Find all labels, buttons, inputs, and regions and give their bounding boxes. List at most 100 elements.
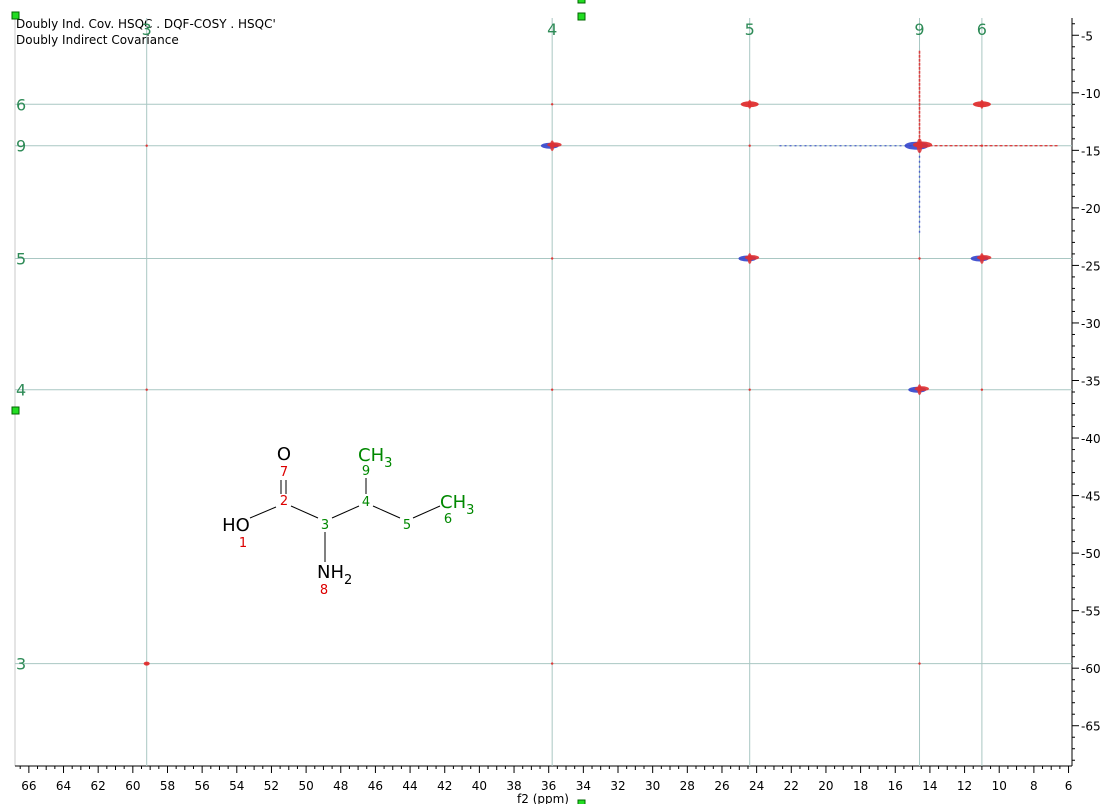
atom-number-3: 3 <box>321 518 329 533</box>
y-tick-label: -65 <box>1081 720 1101 734</box>
y-tick-label: -15 <box>1081 144 1101 158</box>
atom-number-7: 7 <box>280 465 288 480</box>
cross-peak <box>550 257 554 260</box>
x-tick-label: 60 <box>125 779 140 793</box>
y-tick-label: -40 <box>1081 432 1101 446</box>
peak-vertical-lobe <box>917 384 922 396</box>
y-tick-label: -20 <box>1081 202 1101 216</box>
assignment-labels: 3 4 5 9 6 6 9 5 4 3 <box>16 20 987 674</box>
x-tick-label: 62 <box>91 779 106 793</box>
x-tick-label: 52 <box>264 779 279 793</box>
molecule-structure: O HO NH2 CH3 CH3 7 2 1 3 8 4 9 5 6 <box>222 444 474 598</box>
x-axis-ticks: 66 64 62 60 58 56 54 52 50 48 46 44 42 40 38 36 34 32 30 28… <box>19 766 1073 793</box>
peak-vertical-lobe <box>550 140 555 152</box>
cursor-handle-left[interactable] <box>11 406 20 415</box>
y-tick-label: -45 <box>1081 490 1101 504</box>
y-tick-label: -50 <box>1081 547 1101 561</box>
x-assignment-label: 6 <box>977 20 987 39</box>
y-assignment-label: 4 <box>16 381 26 400</box>
bond-c2-c3 <box>290 505 319 519</box>
peak-layer <box>143 50 1060 666</box>
x-tick-label: 12 <box>957 779 972 793</box>
x-tick-label: 58 <box>160 779 175 793</box>
nmr-2d-plot[interactable]: 66 64 62 60 58 56 54 52 50 48 46 44 42 40 38 36 34 32 30 28… <box>0 0 1107 804</box>
cross-peak <box>550 388 554 391</box>
peak-positive-lobe <box>550 257 554 260</box>
peak-positive-lobe <box>918 257 921 260</box>
cross-peak <box>740 99 759 109</box>
peak-positive-lobe <box>550 662 554 665</box>
peak-vertical-lobe <box>747 253 752 264</box>
cross-peak <box>904 138 933 153</box>
y-assignment-label: 6 <box>16 95 26 114</box>
bond-c4-c5 <box>372 505 401 519</box>
peak-vertical-lobe <box>916 138 923 153</box>
cross-peak <box>980 388 984 391</box>
atom-number-1: 1 <box>239 536 247 551</box>
peak-positive-lobe <box>980 144 984 147</box>
cursor-handle-bottom[interactable] <box>577 799 586 804</box>
x-tick-label: 30 <box>645 779 660 793</box>
cross-peak <box>145 144 148 147</box>
y-tick-label: -10 <box>1081 87 1101 101</box>
atom-number-2: 2 <box>280 494 288 509</box>
atom-number-9: 9 <box>362 464 370 479</box>
cross-peak <box>980 144 984 147</box>
atom-number-5: 5 <box>403 518 411 533</box>
y-tick-label: -35 <box>1081 374 1101 388</box>
x-tick-label: 50 <box>298 779 313 793</box>
peak-positive-lobe <box>748 388 751 391</box>
x-assignment-label: 5 <box>745 20 755 39</box>
x-tick-label: 18 <box>853 779 868 793</box>
bond-c3-c4 <box>331 505 360 519</box>
peak-positive-lobe <box>547 142 562 148</box>
x-tick-label: 54 <box>229 779 244 793</box>
y-assignment-label: 9 <box>16 137 26 156</box>
y-tick-label: -60 <box>1081 662 1101 676</box>
x-tick-label: 6 <box>1065 779 1073 793</box>
x-tick-label: 8 <box>1030 779 1038 793</box>
cross-peak <box>918 662 921 665</box>
x-tick-label: 26 <box>714 779 729 793</box>
y-tick-label: -25 <box>1081 259 1101 273</box>
x-tick-label: 16 <box>888 779 903 793</box>
cross-peak <box>748 388 751 391</box>
cursor-handle-top[interactable] <box>577 0 586 4</box>
peak-positive-lobe <box>744 255 760 260</box>
x-tick-label: 36 <box>541 779 556 793</box>
peak-vertical-lobe <box>979 253 984 264</box>
cursor-handle-top-2[interactable] <box>577 12 586 21</box>
x-assignment-label: 4 <box>547 20 557 39</box>
peak-positive-lobe <box>145 144 148 147</box>
cursor-handle-top-left[interactable] <box>11 11 20 20</box>
peak-vertical-lobe <box>980 99 984 109</box>
x-tick-label: 22 <box>784 779 799 793</box>
bond-c2-o1 <box>249 506 277 519</box>
peak-positive-lobe <box>914 386 929 392</box>
peak-positive-lobe <box>550 103 554 106</box>
y-tick-label: -55 <box>1081 605 1101 619</box>
y-assignment-label: 5 <box>16 250 26 269</box>
cross-peak <box>738 253 760 264</box>
atom-number-6: 6 <box>444 512 452 527</box>
x-tick-label: 34 <box>576 779 591 793</box>
peak-vertical-lobe <box>145 662 148 666</box>
peak-positive-lobe <box>145 388 148 391</box>
x-tick-label: 38 <box>506 779 521 793</box>
x-tick-label: 20 <box>818 779 833 793</box>
cross-peak <box>540 140 562 152</box>
peak-positive-lobe <box>550 388 554 391</box>
x-tick-label: 56 <box>195 779 210 793</box>
atom-ho-label: HO <box>222 515 250 536</box>
cross-peak <box>748 144 751 147</box>
y-assignment-label: 3 <box>16 655 26 674</box>
cross-peak <box>143 661 150 666</box>
y-tick-label: -5 <box>1081 29 1093 43</box>
cross-peak <box>550 103 554 106</box>
x-axis-title: f2 (ppm) <box>517 792 569 804</box>
peak-positive-lobe <box>912 141 933 148</box>
x-tick-label: 44 <box>402 779 417 793</box>
cross-peak <box>918 257 921 260</box>
cross-peak <box>972 99 991 109</box>
x-tick-label: 66 <box>21 779 36 793</box>
